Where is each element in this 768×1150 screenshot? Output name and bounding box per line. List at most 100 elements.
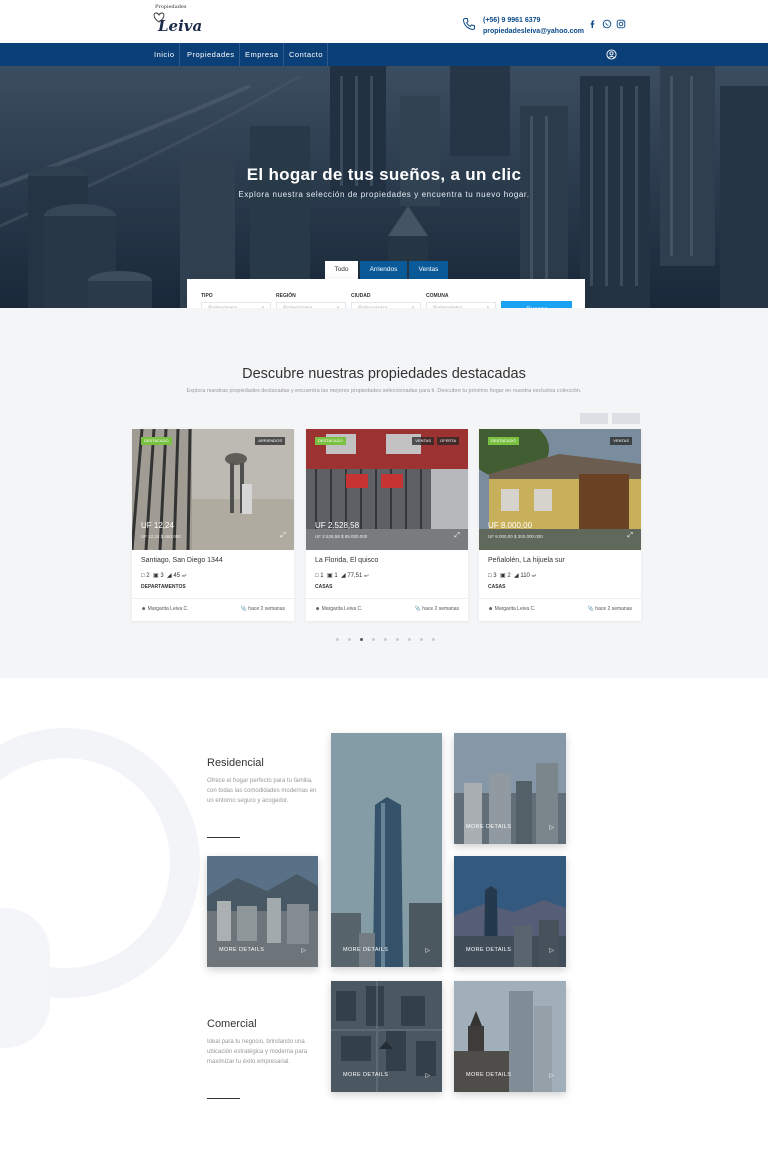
category-tile[interactable]: MORE DETAILS ▷ xyxy=(331,981,442,1092)
tab-arriendos[interactable]: Arriendos xyxy=(360,261,407,279)
tab-ventas[interactable]: Ventas xyxy=(409,261,448,279)
property-type: CASAS xyxy=(488,584,506,590)
expand-icon[interactable]: ⤢ xyxy=(280,532,286,540)
pagination-dot[interactable] xyxy=(384,638,387,641)
pagination-dot[interactable] xyxy=(408,638,411,641)
operation-tag: VENTAS xyxy=(610,437,632,445)
category-tile[interactable]: MORE DETAILS ▷ xyxy=(207,856,318,967)
price-detail: UF 2.528,58 $ 95.000.000 xyxy=(315,534,368,539)
pagination-dot-active[interactable] xyxy=(360,638,363,641)
featured-badge: DESTACADO xyxy=(488,437,519,445)
pagination-dot[interactable] xyxy=(396,638,399,641)
hero-subtitle: Explora nuestra selección de propiedades… xyxy=(238,190,530,199)
phone-number[interactable]: (+56) 9 9961 6379 xyxy=(483,15,584,26)
paperclip-icon: 📎 xyxy=(240,606,247,612)
featured-badge: DESTACADO xyxy=(141,437,172,445)
header: Propiedades Leiva (+56) 9 9961 6379 prop… xyxy=(0,0,768,43)
property-image[interactable]: DESTACADO VENTAS UF 8.000,00 UF 8.000,00… xyxy=(479,429,641,550)
comercial-desc: Ideal para tu negocio, brindando una ubi… xyxy=(207,1039,308,1065)
play-icon[interactable]: ▷ xyxy=(549,947,554,954)
email-link[interactable]: propiedadesleiva@yahoo.com xyxy=(483,26,584,37)
carousel-next-button[interactable] xyxy=(612,413,640,424)
price-detail: UF 8.000,00 $ 300.000.000 xyxy=(488,534,543,539)
bath-icon: ▣ xyxy=(152,573,159,579)
instagram-icon[interactable] xyxy=(616,19,626,29)
area-icon: ◢ xyxy=(341,573,346,579)
posted-time: 📎 hace 2 semanas xyxy=(240,606,285,612)
operation-tag: ARRIENDOS xyxy=(255,437,285,445)
divider xyxy=(306,598,468,599)
play-icon[interactable]: ▷ xyxy=(425,1072,430,1079)
more-details-link[interactable]: MORE DETAILS xyxy=(466,824,511,830)
user-circle-icon[interactable] xyxy=(606,49,617,60)
bed-icon: □ xyxy=(488,573,492,579)
area-icon: ◢ xyxy=(514,573,519,579)
property-address[interactable]: La Florida, El quisco xyxy=(315,557,378,564)
pagination-dot[interactable] xyxy=(336,638,339,641)
property-card[interactable]: DESTACADO VENTAS UF 8.000,00 UF 8.000,00… xyxy=(479,429,641,621)
category-tile[interactable]: MORE DETAILS ▷ xyxy=(331,733,442,967)
whatsapp-icon[interactable] xyxy=(602,19,612,29)
pagination-dot[interactable] xyxy=(420,638,423,641)
featured-title: Descubre nuestras propiedades destacadas xyxy=(242,366,526,382)
person-icon: ☻ xyxy=(141,606,147,612)
property-image[interactable]: DESTACADO ARRIENDOS UF 12,24 UF 12,24 $ … xyxy=(132,429,294,550)
pagination-dot[interactable] xyxy=(372,638,375,641)
expand-icon[interactable]: ⤢ xyxy=(454,532,460,540)
property-address[interactable]: Peñalolén, La hijuela sur xyxy=(488,557,565,564)
property-features: □ 1 ▣ 1 ◢ 77,51 m² xyxy=(315,573,369,579)
property-address[interactable]: Santiago, San Diego 1344 xyxy=(141,557,223,564)
price: UF 2.528,58 xyxy=(315,521,360,530)
nav-item-contacto[interactable]: Contacto xyxy=(285,43,329,66)
tab-todo[interactable]: Todo xyxy=(325,261,358,279)
play-icon[interactable]: ▷ xyxy=(549,1072,554,1079)
expand-icon[interactable]: ⤢ xyxy=(627,532,633,540)
category-tile[interactable]: MORE DETAILS ▷ xyxy=(454,733,566,844)
logo-big-text: Leiva xyxy=(158,17,203,35)
divider xyxy=(479,598,641,599)
more-details-link[interactable]: MORE DETAILS xyxy=(343,947,388,953)
price: UF 8.000,00 xyxy=(488,521,533,530)
yellow-house-photo xyxy=(479,429,641,550)
bath-icon: ▣ xyxy=(326,573,333,579)
property-type: CASAS xyxy=(315,584,333,590)
person-icon: ☻ xyxy=(488,606,494,612)
pagination-dot[interactable] xyxy=(348,638,351,641)
nav-item-propiedades[interactable]: Propiedades xyxy=(183,43,240,66)
play-icon[interactable]: ▷ xyxy=(425,947,430,954)
divider xyxy=(207,1098,240,1099)
logo[interactable]: Propiedades Leiva xyxy=(152,4,202,38)
posted-time: 📎 hace 2 semanas xyxy=(587,606,632,612)
more-details-link[interactable]: MORE DETAILS xyxy=(219,947,264,953)
property-card[interactable]: DESTACADO ARRIENDOS UF 12,24 UF 12,24 $ … xyxy=(132,429,294,621)
more-details-link[interactable]: MORE DETAILS xyxy=(466,947,511,953)
balcony-photo xyxy=(132,429,294,550)
play-icon[interactable]: ▷ xyxy=(301,947,306,954)
property-features: □ 2 ▣ 3 ◢ 45 m² xyxy=(141,573,187,579)
agent[interactable]: ☻ Margarita Leiva C. xyxy=(141,606,189,612)
divider xyxy=(132,598,294,599)
residencial-title: Residencial xyxy=(207,757,264,769)
property-image[interactable]: DESTACADO VENTAS OFERTA UF 2.528,58 UF 2… xyxy=(306,429,468,550)
posted-time: 📎 hace 2 semanas xyxy=(414,606,459,612)
offer-tag: OFERTA xyxy=(437,437,459,445)
price: UF 12,24 xyxy=(141,521,174,530)
agent[interactable]: ☻ Margarita Leiva C. xyxy=(315,606,363,612)
more-details-link[interactable]: MORE DETAILS xyxy=(343,1072,388,1078)
property-features: □ 3 ▣ 2 ◢ 110 m² xyxy=(488,573,537,579)
agent[interactable]: ☻ Margarita Leiva C. xyxy=(488,606,536,612)
play-icon[interactable]: ▷ xyxy=(549,824,554,831)
facebook-icon[interactable] xyxy=(588,19,598,29)
category-tile[interactable]: MORE DETAILS ▷ xyxy=(454,981,566,1092)
divider xyxy=(207,837,240,838)
carousel-prev-button[interactable] xyxy=(580,413,608,424)
more-details-link[interactable]: MORE DETAILS xyxy=(466,1072,511,1078)
featured-subtitle: Explora nuestras propiedades destacadas … xyxy=(186,388,582,394)
pagination-dot[interactable] xyxy=(432,638,435,641)
property-card[interactable]: DESTACADO VENTAS OFERTA UF 2.528,58 UF 2… xyxy=(306,429,468,621)
category-tile[interactable]: MORE DETAILS ▷ xyxy=(454,856,566,967)
nav-item-empresa[interactable]: Empresa xyxy=(241,43,284,66)
property-type: DEPARTAMENTOS xyxy=(141,584,186,590)
nav-item-inicio[interactable]: Inicio xyxy=(150,43,180,66)
operation-tag: VENTAS xyxy=(412,437,434,445)
